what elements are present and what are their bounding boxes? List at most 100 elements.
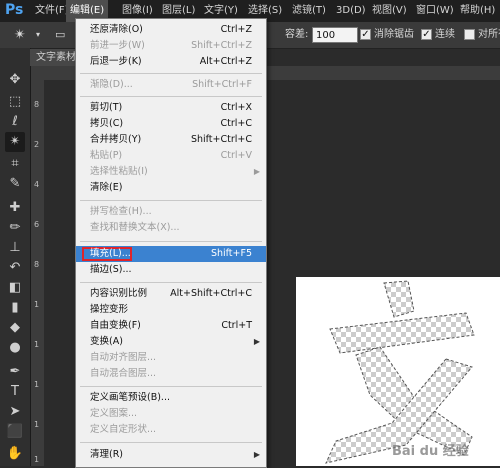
- clone-stamp-tool-icon[interactable]: ⊥: [5, 238, 25, 258]
- ruler-mark: 1: [34, 455, 40, 464]
- menu-window[interactable]: 窗口(W): [416, 0, 454, 22]
- crop-tool-icon[interactable]: ⌗: [5, 154, 25, 174]
- marquee-tool-icon[interactable]: ⬚: [5, 92, 25, 112]
- menu-item-label: 前进一步(W): [90, 40, 145, 51]
- menu-3d[interactable]: 3D(D): [336, 0, 366, 22]
- menu-item-label: 剪切(T): [90, 102, 123, 113]
- menu-item-transform[interactable]: 变换(A) ▶: [76, 334, 266, 350]
- baidu-watermark: Bai du 经验: [392, 444, 469, 459]
- menu-item-label: 定义画笔预设(B)...: [90, 392, 170, 403]
- magic-wand-preset-icon[interactable]: ✴: [14, 22, 26, 48]
- dodge-tool-icon[interactable]: ●: [5, 338, 25, 358]
- ruler-mark: 1: [34, 340, 40, 349]
- chevron-down-icon[interactable]: ▾: [36, 22, 40, 48]
- eraser-tool-icon[interactable]: ◧: [5, 278, 25, 298]
- menu-item-shortcut: Ctrl+X: [220, 102, 252, 113]
- menu-item-shortcut: Ctrl+Z: [220, 24, 252, 35]
- tolerance-label: 容差:: [285, 29, 309, 40]
- menu-item-auto-blend-layers: 自动混合图层...: [76, 366, 266, 382]
- menu-item-label: 渐隐(D)...: [90, 79, 133, 90]
- sample-all-label: 对所有: [478, 29, 500, 40]
- menu-item-clear[interactable]: 清除(E): [76, 180, 266, 196]
- magic-wand-tool-icon[interactable]: ✴: [5, 132, 25, 152]
- menu-item-free-transform[interactable]: 自由变换(F) Ctrl+T: [76, 318, 266, 334]
- menu-file[interactable]: 文件(F): [35, 0, 69, 22]
- shape-tool-icon[interactable]: ⬛: [5, 422, 25, 442]
- sample-all-checkbox[interactable]: [464, 29, 475, 40]
- blur-tool-icon[interactable]: ◆: [5, 318, 25, 338]
- menu-item-define-custom-shape: 定义自定形状...: [76, 422, 266, 438]
- menu-item-fade: 渐隐(D)... Shift+Ctrl+F: [76, 77, 266, 93]
- menu-separator: [80, 73, 262, 74]
- menu-item-shortcut: Shift+Ctrl+C: [190, 134, 252, 145]
- menu-item-purge[interactable]: 清理(R) ▶: [76, 447, 266, 463]
- menu-item-puppet-warp[interactable]: 操控变形: [76, 302, 266, 318]
- menu-item-content-aware-scale[interactable]: 内容识别比例 Alt+Shift+Ctrl+C: [76, 286, 266, 302]
- menu-item-shortcut: Ctrl+V: [220, 150, 252, 161]
- vertical-ruler: 8 2 4 6 8 1 1 1 1 1: [31, 80, 44, 466]
- menu-filter[interactable]: 滤镜(T): [292, 0, 326, 22]
- edit-menu-dropdown: 还原清除(O) Ctrl+Z 前进一步(W) Shift+Ctrl+Z 后退一步(K…: [75, 18, 267, 468]
- pen-tool-icon[interactable]: ✒: [5, 362, 25, 382]
- menu-separator: [80, 442, 262, 443]
- menu-item-shortcut: Alt+Shift+Ctrl+C: [170, 288, 252, 299]
- menu-item-shortcut: Ctrl+C: [220, 118, 253, 129]
- menu-item-label: 清理(R): [90, 449, 124, 460]
- menu-item-label: 自动对齐图层...: [90, 352, 157, 363]
- healing-brush-tool-icon[interactable]: ✚: [5, 198, 25, 218]
- menu-item-label: 填充(L)...: [90, 248, 131, 259]
- history-brush-tool-icon[interactable]: ↶: [5, 258, 25, 278]
- menu-help[interactable]: 帮助(H): [460, 0, 495, 22]
- ruler-mark: 8: [34, 260, 40, 269]
- menu-item-define-pattern: 定义图案...: [76, 406, 266, 422]
- lasso-tool-icon[interactable]: ℓ: [5, 112, 25, 132]
- photoshop-logo: Ps: [5, 2, 24, 18]
- selection-mode-icon[interactable]: ▭: [55, 22, 65, 48]
- menu-item-shortcut: Shift+Ctrl+Z: [191, 40, 252, 51]
- menu-item-copy-merged[interactable]: 合并拷贝(Y) Shift+Ctrl+C: [76, 132, 266, 148]
- menu-item-shortcut: Alt+Ctrl+Z: [199, 56, 252, 67]
- type-tool-icon[interactable]: T: [5, 382, 25, 402]
- path-selection-tool-icon[interactable]: ➤: [5, 402, 25, 422]
- menu-item-shortcut: Ctrl+T: [221, 320, 252, 331]
- menu-item-copy[interactable]: 拷贝(C) Ctrl+C: [76, 116, 266, 132]
- ruler-mark: 4: [34, 180, 40, 189]
- ruler-mark: 1: [34, 420, 40, 429]
- submenu-arrow-icon: ▶: [253, 167, 260, 176]
- eyedropper-tool-icon[interactable]: ✎: [5, 174, 25, 194]
- ruler-mark: 1: [34, 380, 40, 389]
- tolerance-input[interactable]: 100: [312, 27, 358, 43]
- document-canvas[interactable]: [296, 277, 500, 466]
- menu-separator: [80, 200, 262, 201]
- contiguous-checkbox[interactable]: ✓: [421, 29, 432, 40]
- menu-separator: [80, 241, 262, 242]
- menu-item-cut[interactable]: 剪切(T) Ctrl+X: [76, 100, 266, 116]
- menu-item-label: 清除(E): [90, 182, 123, 193]
- submenu-arrow-icon: ▶: [253, 450, 260, 459]
- menu-separator: [80, 282, 262, 283]
- contiguous-label: 连续: [435, 29, 455, 40]
- menu-item-fill[interactable]: 填充(L)... Shift+F5: [76, 246, 266, 262]
- menu-item-spell-check: 拼写检查(H)...: [76, 204, 266, 220]
- gradient-tool-icon[interactable]: ▮: [5, 298, 25, 318]
- hand-tool-icon[interactable]: ✋: [5, 444, 25, 464]
- menu-item-label: 合并拷贝(Y): [90, 134, 142, 145]
- menu-item-label: 拼写检查(H)...: [90, 206, 152, 217]
- brush-tool-icon[interactable]: ✏: [5, 218, 25, 238]
- menu-item-label: 操控变形: [90, 304, 129, 315]
- antialias-checkbox[interactable]: ✓: [360, 29, 371, 40]
- menu-item-stroke[interactable]: 描边(S)...: [76, 262, 266, 278]
- menu-separator: [80, 386, 262, 387]
- move-tool-icon[interactable]: ✥: [5, 70, 25, 90]
- menu-item-label: 自由变换(F): [90, 320, 141, 331]
- menu-view[interactable]: 视图(V): [372, 0, 407, 22]
- ruler-mark: 2: [34, 140, 40, 149]
- menu-item-step-backward[interactable]: 后退一步(K) Alt+Ctrl+Z: [76, 54, 266, 70]
- menu-item-find-replace: 查找和替换文本(X)...: [76, 220, 266, 236]
- menu-item-paste-special: 选择性粘贴(I) ▶: [76, 164, 266, 180]
- menu-item-undo[interactable]: 还原清除(O) Ctrl+Z: [76, 22, 266, 38]
- menu-item-define-brush-preset[interactable]: 定义画笔预设(B)...: [76, 390, 266, 406]
- menu-item-shortcut: Shift+Ctrl+F: [192, 79, 252, 90]
- menu-item-label: 粘贴(P): [90, 150, 123, 161]
- menu-item-label: 内容识别比例: [90, 288, 148, 299]
